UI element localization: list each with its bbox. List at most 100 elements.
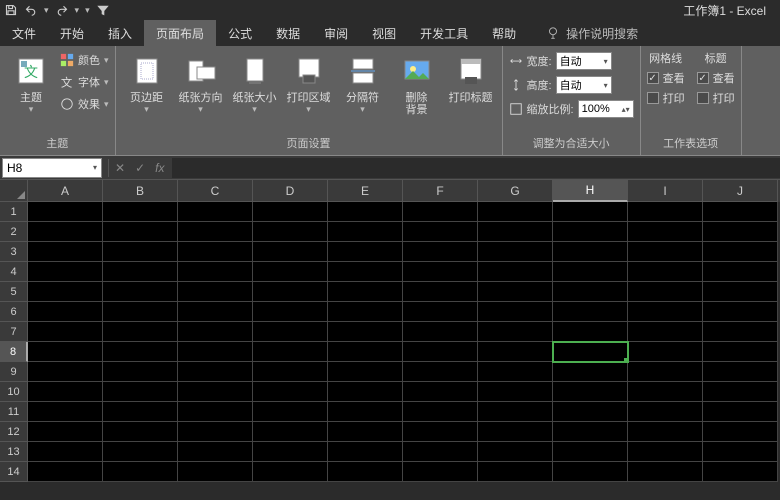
cell-A10[interactable] <box>28 382 103 402</box>
redo-dd-icon[interactable]: ▾ <box>75 5 80 16</box>
tab-数据[interactable]: 数据 <box>264 20 312 46</box>
cell-F6[interactable] <box>403 302 478 322</box>
cell-F12[interactable] <box>403 422 478 442</box>
background-button[interactable]: 删除 背景 <box>392 50 442 116</box>
cell-I2[interactable] <box>628 222 703 242</box>
cell-H7[interactable] <box>553 322 628 342</box>
tab-开发工具[interactable]: 开发工具 <box>408 20 480 46</box>
cell-C1[interactable] <box>178 202 253 222</box>
cell-G8[interactable] <box>478 342 553 362</box>
cell-B7[interactable] <box>103 322 178 342</box>
qat-customize-icon[interactable]: ▾ <box>85 5 90 16</box>
cell-G2[interactable] <box>478 222 553 242</box>
row-header-14[interactable]: 14 <box>0 462 28 482</box>
cell-G11[interactable] <box>478 402 553 422</box>
cell-E11[interactable] <box>328 402 403 422</box>
col-header-I[interactable]: I <box>628 180 703 202</box>
cell-G13[interactable] <box>478 442 553 462</box>
cell-F2[interactable] <box>403 222 478 242</box>
cell-I14[interactable] <box>628 462 703 482</box>
cell-D13[interactable] <box>253 442 328 462</box>
width-combo[interactable]: 自动▾ <box>556 52 612 70</box>
cell-D9[interactable] <box>253 362 328 382</box>
cell-G1[interactable] <box>478 202 553 222</box>
select-all-corner[interactable] <box>0 180 28 202</box>
cell-A9[interactable] <box>28 362 103 382</box>
cell-I10[interactable] <box>628 382 703 402</box>
cell-B12[interactable] <box>103 422 178 442</box>
cell-B6[interactable] <box>103 302 178 322</box>
cell-I1[interactable] <box>628 202 703 222</box>
cell-A5[interactable] <box>28 282 103 302</box>
fx-icon[interactable]: fx <box>155 161 164 175</box>
col-header-E[interactable]: E <box>328 180 403 202</box>
row-header-11[interactable]: 11 <box>0 402 28 422</box>
cell-A12[interactable] <box>28 422 103 442</box>
enter-icon[interactable]: ✓ <box>135 161 145 175</box>
cell-F4[interactable] <box>403 262 478 282</box>
cell-H13[interactable] <box>553 442 628 462</box>
cell-E1[interactable] <box>328 202 403 222</box>
cell-H9[interactable] <box>553 362 628 382</box>
cell-D6[interactable] <box>253 302 328 322</box>
cell-I12[interactable] <box>628 422 703 442</box>
cell-F10[interactable] <box>403 382 478 402</box>
row-header-2[interactable]: 2 <box>0 222 28 242</box>
cell-B8[interactable] <box>103 342 178 362</box>
cell-J4[interactable] <box>703 262 778 282</box>
cell-I3[interactable] <box>628 242 703 262</box>
cell-F7[interactable] <box>403 322 478 342</box>
cell-A2[interactable] <box>28 222 103 242</box>
cell-C4[interactable] <box>178 262 253 282</box>
cell-I4[interactable] <box>628 262 703 282</box>
row-header-13[interactable]: 13 <box>0 442 28 462</box>
cell-C7[interactable] <box>178 322 253 342</box>
cell-A1[interactable] <box>28 202 103 222</box>
cell-I7[interactable] <box>628 322 703 342</box>
tell-me-search[interactable]: 操作说明搜索 <box>536 20 648 46</box>
row-header-8[interactable]: 8 <box>0 342 28 362</box>
cell-E9[interactable] <box>328 362 403 382</box>
headings-print-checkbox[interactable]: 打印 <box>697 90 735 106</box>
cell-D14[interactable] <box>253 462 328 482</box>
scale-spinner[interactable]: 100%▴▾ <box>578 100 634 118</box>
cell-E14[interactable] <box>328 462 403 482</box>
cell-C9[interactable] <box>178 362 253 382</box>
fonts-button[interactable]: 文字体▾ <box>60 72 109 92</box>
cell-E12[interactable] <box>328 422 403 442</box>
cell-F9[interactable] <box>403 362 478 382</box>
cell-J3[interactable] <box>703 242 778 262</box>
cell-G6[interactable] <box>478 302 553 322</box>
cell-C10[interactable] <box>178 382 253 402</box>
cell-H10[interactable] <box>553 382 628 402</box>
row-header-3[interactable]: 3 <box>0 242 28 262</box>
cell-A7[interactable] <box>28 322 103 342</box>
cell-D8[interactable] <box>253 342 328 362</box>
cell-E5[interactable] <box>328 282 403 302</box>
cell-A4[interactable] <box>28 262 103 282</box>
cell-J14[interactable] <box>703 462 778 482</box>
cell-F1[interactable] <box>403 202 478 222</box>
cell-A13[interactable] <box>28 442 103 462</box>
col-header-B[interactable]: B <box>103 180 178 202</box>
undo-icon[interactable] <box>24 3 38 17</box>
cell-B4[interactable] <box>103 262 178 282</box>
cell-D5[interactable] <box>253 282 328 302</box>
tab-文件[interactable]: 文件 <box>0 20 48 46</box>
cell-B13[interactable] <box>103 442 178 462</box>
cell-H14[interactable] <box>553 462 628 482</box>
cell-F14[interactable] <box>403 462 478 482</box>
cell-E8[interactable] <box>328 342 403 362</box>
cell-J7[interactable] <box>703 322 778 342</box>
cell-J8[interactable] <box>703 342 778 362</box>
cell-C6[interactable] <box>178 302 253 322</box>
gridlines-print-checkbox[interactable]: 打印 <box>647 90 685 106</box>
cell-G12[interactable] <box>478 422 553 442</box>
tab-视图[interactable]: 视图 <box>360 20 408 46</box>
cell-H12[interactable] <box>553 422 628 442</box>
cell-J2[interactable] <box>703 222 778 242</box>
cell-H2[interactable] <box>553 222 628 242</box>
effects-button[interactable]: 效果▾ <box>60 94 109 114</box>
cell-G7[interactable] <box>478 322 553 342</box>
size-button[interactable]: 纸张大小▾ <box>230 50 280 115</box>
